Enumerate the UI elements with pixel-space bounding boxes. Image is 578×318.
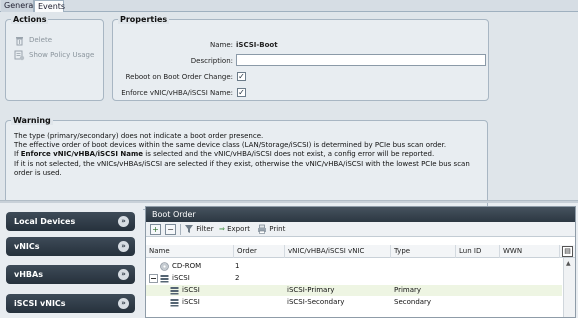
- name-row: Name:: [113, 39, 233, 51]
- row-vnic: iSCSI-Primary: [287, 286, 335, 294]
- table-row[interactable]: CD-ROM 1: [146, 261, 562, 272]
- chevron-down-icon: »: [118, 216, 129, 227]
- export-button[interactable]: ⇒ Export: [219, 224, 250, 235]
- row-vnic: iSCSI-Secondary: [287, 298, 345, 306]
- tab-strip: General Events: [0, 0, 578, 13]
- collapse-icon[interactable]: [149, 274, 158, 283]
- trash-icon: [14, 35, 25, 46]
- table-row[interactable]: iSCSI iSCSI-Secondary Secondary: [146, 297, 562, 308]
- row-order: 2: [235, 274, 240, 282]
- boot-order-table-header: Name Order vNIC/vHBA/iSCSI vNIC Type Lun…: [146, 245, 575, 258]
- properties-title: Properties: [118, 15, 170, 24]
- nav-iscsi-vnics-label: iSCSI vNICs: [14, 299, 66, 308]
- row-name: iSCSI: [182, 298, 200, 306]
- warning-line-2: The effective order of boot devices with…: [14, 141, 447, 150]
- description-input[interactable]: [236, 54, 486, 66]
- warning-line-3-pre: If: [14, 150, 21, 159]
- show-policy-usage-label: Show Policy Usage: [29, 51, 95, 59]
- warning-text: The type (primary/secondary) does not in…: [14, 132, 484, 178]
- warning-line-3: If Enforce vNIC/vHBA/iSCSI Name is selec…: [14, 150, 484, 159]
- toolbar-separator: [180, 224, 181, 235]
- warning-title: Warning: [11, 116, 53, 125]
- warning-line-1: The type (primary/secondary) does not in…: [14, 132, 264, 140]
- delete-label: Delete: [29, 36, 52, 44]
- warning-line-5: order is used.: [14, 168, 62, 177]
- enforce-label: Enforce vNIC/vHBA/iSCSI Name:: [121, 89, 233, 97]
- iscsi-group-icon: [160, 274, 169, 283]
- printer-icon: [257, 224, 269, 234]
- general-content: Actions Delete Show Policy Usage Propert…: [0, 12, 578, 210]
- filter-icon: [184, 225, 196, 233]
- col-lun-id[interactable]: Lun ID: [456, 245, 500, 258]
- table-row[interactable]: iSCSI 2: [146, 273, 562, 284]
- chevron-down-icon: »: [118, 269, 129, 280]
- column-chooser-icon[interactable]: ▤: [562, 246, 573, 257]
- reboot-checkbox[interactable]: ✓: [237, 72, 246, 81]
- warning-line-4: If it is not selected, the vNICs/vHBAs/i…: [14, 159, 470, 168]
- col-type[interactable]: Type: [391, 245, 456, 258]
- row-name: CD-ROM: [172, 262, 202, 270]
- tab-general[interactable]: General: [1, 0, 36, 12]
- enforce-checkbox[interactable]: ✓: [237, 88, 246, 97]
- name-label: Name:: [209, 41, 233, 49]
- export-label: Export: [227, 225, 251, 233]
- print-button[interactable]: Print: [257, 224, 285, 235]
- actions-title: Actions: [11, 15, 49, 24]
- nav-vnics-label: vNICs: [14, 242, 40, 251]
- row-name: iSCSI: [172, 274, 190, 282]
- row-name: iSCSI: [182, 286, 200, 294]
- table-row[interactable]: iSCSI iSCSI-Primary Primary: [146, 285, 562, 296]
- nav-vhbas-label: vHBAs: [14, 270, 43, 279]
- col-order[interactable]: Order: [234, 245, 285, 258]
- row-order: 1: [235, 262, 240, 270]
- col-name[interactable]: Name: [146, 245, 234, 258]
- actions-group: Actions Delete Show Policy Usage: [5, 15, 104, 101]
- table-scrollbar[interactable]: ▲: [563, 258, 575, 317]
- print-label: Print: [269, 225, 286, 233]
- description-row: Description:: [113, 55, 233, 67]
- boot-order-toolbar: + − Filter ⇒ Export Print: [146, 222, 575, 237]
- name-value: iSCSI-Boot: [236, 41, 278, 49]
- delete-action[interactable]: Delete: [14, 34, 52, 46]
- iscsi-icon: [170, 286, 179, 295]
- row-type: Secondary: [394, 298, 432, 306]
- col-wwn[interactable]: WWN: [500, 245, 560, 258]
- cdrom-icon: [160, 262, 169, 271]
- chevron-down-icon: »: [118, 298, 129, 309]
- nav-vhbas[interactable]: vHBAs »: [6, 265, 135, 284]
- export-icon: ⇒: [219, 225, 225, 233]
- warning-group: Warning The type (primary/secondary) doe…: [5, 116, 488, 210]
- chevron-down-icon: »: [118, 241, 129, 252]
- iscsi-icon: [170, 298, 179, 307]
- filter-button[interactable]: Filter: [184, 224, 214, 235]
- remove-button[interactable]: −: [165, 224, 176, 235]
- nav-local-devices[interactable]: Local Devices »: [6, 212, 135, 231]
- show-policy-usage-action[interactable]: Show Policy Usage: [14, 49, 94, 61]
- description-label: Description:: [190, 57, 233, 65]
- nav-local-devices-label: Local Devices: [14, 217, 76, 226]
- boot-order-title: Boot Order: [146, 207, 575, 222]
- warning-line-3-bold: Enforce vNIC/vHBA/iSCSI Name: [20, 150, 144, 159]
- properties-group: Properties Name: iSCSI-Boot Description:…: [112, 15, 489, 101]
- reboot-label: Reboot on Boot Order Change:: [125, 73, 233, 81]
- boot-order-panel: Boot Order + − Filter ⇒ Export Print Nam…: [145, 206, 576, 318]
- add-button[interactable]: +: [150, 224, 161, 235]
- nav-iscsi-vnics[interactable]: iSCSI vNICs »: [6, 294, 135, 313]
- device-nav-pane: Local Devices » vNICs » vHBAs » iSCSI vN…: [0, 203, 143, 318]
- enforce-row: Enforce vNIC/vHBA/iSCSI Name:: [113, 87, 233, 99]
- policy-usage-icon: [14, 50, 25, 61]
- col-vnic[interactable]: vNIC/vHBA/iSCSI vNIC: [285, 245, 391, 258]
- filter-label: Filter: [196, 225, 214, 233]
- warning-line-3-post: is selected and the vNIC/vHBA/iSCSI does…: [143, 150, 435, 159]
- nav-vnics[interactable]: vNICs »: [6, 237, 135, 256]
- reboot-row: Reboot on Boot Order Change:: [113, 71, 233, 83]
- scroll-up-icon[interactable]: ▲: [566, 260, 571, 267]
- row-type: Primary: [394, 286, 422, 294]
